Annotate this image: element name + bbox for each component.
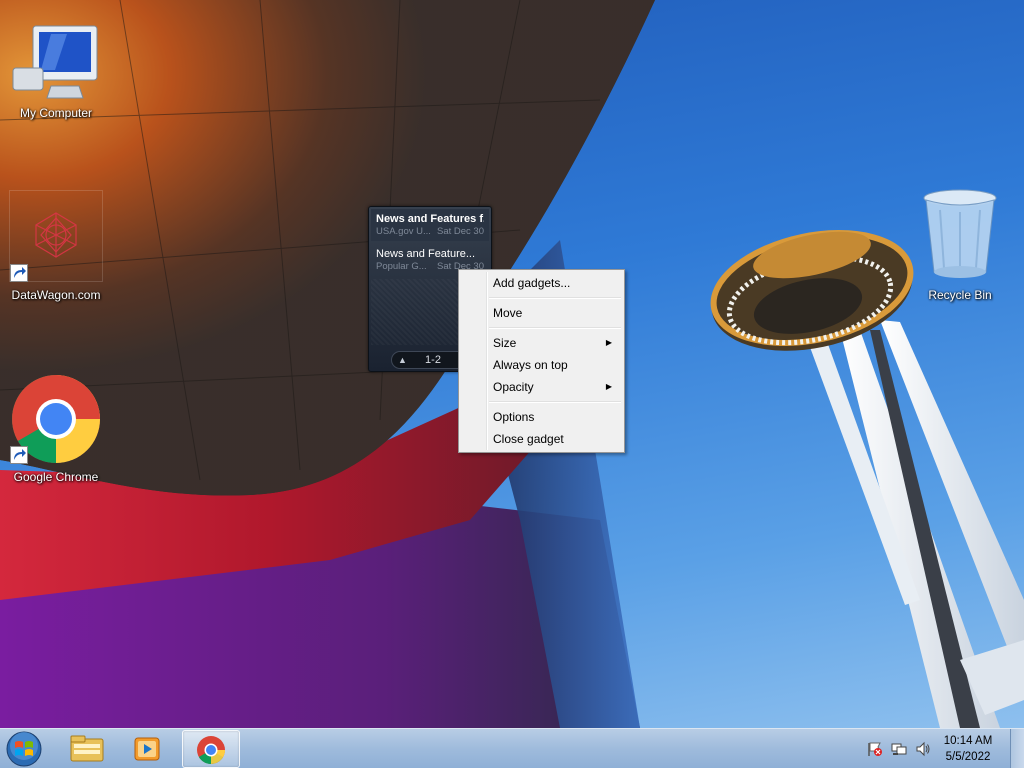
- menu-item-label: Options: [493, 410, 535, 424]
- media-player-icon: [134, 737, 160, 761]
- network-icon[interactable]: [891, 741, 907, 757]
- taskbar-google-chrome-button[interactable]: [182, 730, 240, 768]
- menu-item-close-gadget[interactable]: Close gadget: [461, 428, 622, 450]
- file-explorer-icon: [70, 735, 104, 762]
- google-chrome-label: Google Chrome: [13, 470, 99, 484]
- menu-item-opacity[interactable]: Opacity ▶: [461, 376, 622, 398]
- taskbar-media-player-button[interactable]: [118, 730, 176, 768]
- my-computer-desktop-icon[interactable]: My Computer: [8, 24, 104, 124]
- shortcut-arrow-icon: [10, 264, 28, 282]
- show-desktop-button[interactable]: [1010, 729, 1024, 768]
- action-center-flag-icon[interactable]: [867, 741, 883, 757]
- menu-separator: [489, 401, 621, 403]
- clock-date: 5/5/2022: [945, 751, 991, 763]
- windows-start-orb-icon: [6, 731, 42, 767]
- menu-item-size[interactable]: Size ▶: [461, 332, 622, 354]
- gadget-context-menu: Add gadgets... Move Size ▶ Always on top…: [458, 269, 625, 453]
- menu-item-label: Move: [493, 306, 523, 320]
- feed-item-title: News and Feature...: [376, 248, 476, 260]
- system-clock[interactable]: 10:14 AM 5/5/2022: [938, 733, 998, 765]
- recycle-bin-icon: [923, 189, 997, 278]
- menu-item-always-on-top[interactable]: Always on top: [461, 354, 622, 376]
- recycle-bin-desktop-icon[interactable]: Recycle Bin: [912, 188, 1008, 304]
- my-computer-label: My Computer: [19, 106, 93, 120]
- feed-item-title: News and Features f...: [376, 213, 484, 225]
- submenu-arrow-icon: ▶: [605, 338, 612, 347]
- taskbar-file-explorer-button[interactable]: [58, 730, 116, 768]
- volume-icon[interactable]: [915, 741, 931, 757]
- computer-icon: [12, 25, 98, 99]
- feed-item[interactable]: News and Features f... USA.gov U... Sat …: [371, 209, 489, 241]
- shortcut-arrow-icon: [10, 446, 28, 464]
- desktop[interactable]: My Computer DataWagon.com Google Chrome …: [0, 0, 1024, 728]
- menu-item-options[interactable]: Options: [461, 406, 622, 428]
- clock-time: 10:14 AM: [943, 735, 993, 747]
- chrome-icon: [197, 736, 225, 764]
- menu-separator: [489, 327, 621, 329]
- feed-item-source: Popular G...: [376, 261, 427, 272]
- recycle-bin-label: Recycle Bin: [928, 288, 992, 302]
- feed-item-date: Sat Dec 30: [437, 226, 484, 237]
- menu-item-label: Add gadgets...: [493, 276, 571, 290]
- menu-separator: [489, 297, 621, 299]
- menu-item-move[interactable]: Move: [461, 302, 622, 324]
- taskbar: 10:14 AM 5/5/2022: [0, 728, 1024, 768]
- menu-item-label: Always on top: [493, 358, 568, 372]
- menu-item-label: Size: [493, 336, 517, 350]
- google-chrome-desktop-icon[interactable]: Google Chrome: [8, 372, 104, 488]
- menu-item-add-gadgets[interactable]: Add gadgets...: [461, 272, 622, 294]
- submenu-arrow-icon: ▶: [605, 382, 612, 391]
- datawagon-label: DataWagon.com: [11, 288, 101, 302]
- menu-item-label: Close gadget: [493, 432, 564, 446]
- datawagon-logo-icon: [35, 212, 77, 258]
- datawagon-desktop-icon[interactable]: DataWagon.com: [8, 190, 104, 306]
- menu-item-label: Opacity: [493, 380, 534, 394]
- feed-item-source: USA.gov U...: [376, 226, 431, 237]
- start-button[interactable]: [4, 730, 48, 768]
